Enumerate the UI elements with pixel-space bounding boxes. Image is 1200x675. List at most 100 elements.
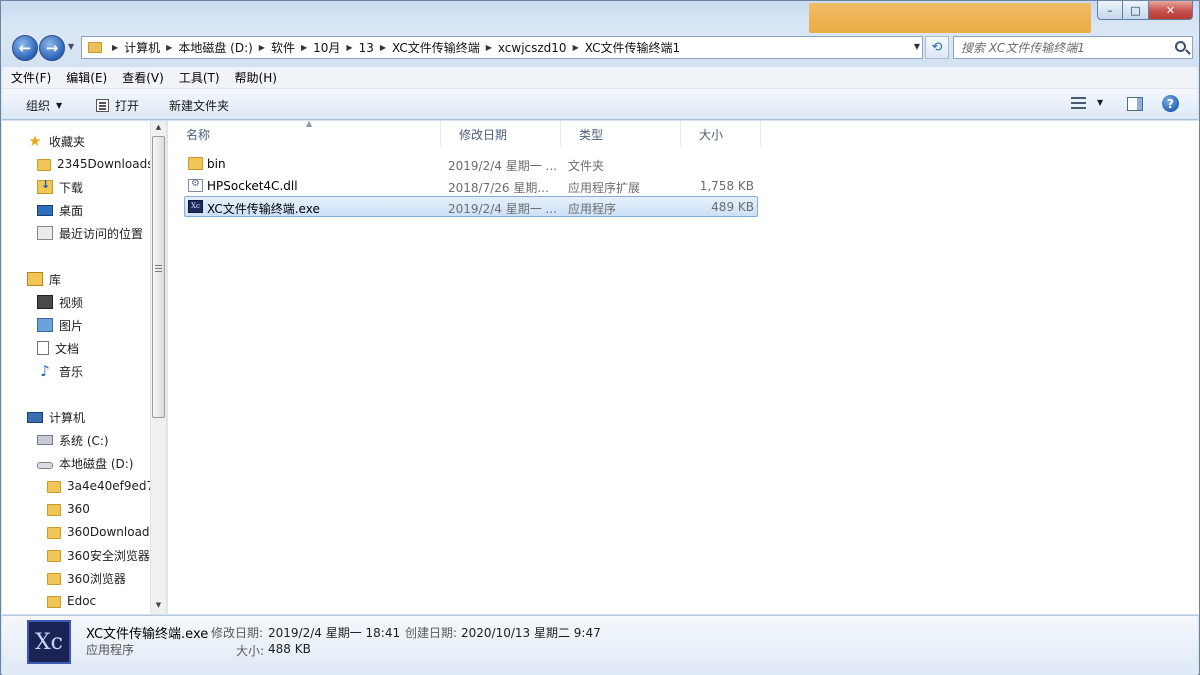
sidebar-item-label: 本地磁盘 (D:) [59, 456, 134, 471]
sidebar-item-libraries[interactable]: 库 [27, 268, 61, 290]
music-icon: ♪ [40, 362, 50, 380]
open-label: 打开 [115, 98, 140, 113]
file-date: 2019/2/4 星期一 ... [448, 159, 557, 173]
column-label: 类型 [579, 127, 604, 142]
picture-icon [37, 318, 53, 332]
breadcrumb-item[interactable]: 软件 [271, 39, 295, 56]
column-header-name[interactable]: 名称 ▲ [168, 119, 441, 147]
file-date: 2019/2/4 星期一 ... [448, 202, 557, 216]
sidebar-item-folder[interactable]: 360浏览器 [47, 567, 126, 589]
sidebar-item-music[interactable]: ♪ 音乐 [37, 360, 83, 382]
search-box[interactable] [953, 36, 1193, 59]
folder-icon [47, 503, 61, 516]
sidebar-item-label: 下载 [59, 180, 84, 195]
folder-icon [47, 480, 61, 493]
library-icon [27, 272, 43, 286]
chevron-right-icon[interactable]: ▶ [259, 43, 265, 52]
sidebar-item-folder[interactable]: 360安全浏览器 [47, 544, 150, 566]
chevron-right-icon[interactable]: ▶ [112, 43, 118, 52]
sidebar-item-recent-places[interactable]: 最近访问的位置 [37, 222, 143, 244]
open-icon [96, 98, 109, 112]
sidebar-item-label: 计算机 [49, 410, 86, 425]
sidebar-item-drive-d[interactable]: 本地磁盘 (D:) [37, 452, 133, 474]
help-icon[interactable]: ? [1162, 95, 1179, 112]
file-size: 1,758 KB [699, 179, 754, 193]
maximize-button[interactable]: □ [1123, 1, 1149, 20]
menu-tools[interactable]: 工具(T) [178, 69, 221, 86]
minimize-button[interactable]: – [1097, 1, 1123, 20]
scrollbar-grip-icon [155, 265, 162, 273]
breadcrumb-item[interactable]: XC文件传输终端1 [585, 39, 680, 56]
folder-icon [188, 157, 203, 170]
breadcrumb: ▶ 计算机 ▶ 本地磁盘 (D:) ▶ 软件 ▶ 10月 ▶ 13 ▶ XC文件… [106, 39, 680, 56]
chevron-right-icon[interactable]: ▶ [486, 43, 492, 52]
downloads-icon [37, 178, 53, 194]
video-icon [37, 295, 53, 309]
file-row-selected[interactable]: Xc XC文件传输终端.exe 2019/2/4 星期一 ... 应用程序 48… [184, 196, 758, 217]
exe-large-icon: Xc [27, 620, 71, 664]
search-icon[interactable] [1175, 41, 1186, 52]
details-size-label: 大小: [236, 644, 265, 658]
chevron-right-icon[interactable]: ▶ [166, 43, 172, 52]
sidebar-item-label: 360浏览器 [67, 571, 126, 586]
sidebar-item-folder[interactable]: 360 [47, 498, 90, 520]
sidebar-item-label: 最近访问的位置 [59, 226, 144, 241]
sidebar-item-desktop[interactable]: 桌面 [37, 199, 83, 221]
menu-help[interactable]: 帮助(H) [234, 69, 278, 86]
navigation-pane: ★ 收藏夹 2345Downloads 下载 桌面 最近访问的位置 库 视频 [2, 121, 166, 614]
forward-button[interactable]: → [39, 35, 65, 61]
sidebar-item-pictures[interactable]: 图片 [37, 314, 83, 336]
organize-button[interactable]: 组织 ▼ [26, 93, 62, 117]
sidebar-item-downloads[interactable]: 下载 [37, 176, 83, 198]
sidebar-item-2345downloads[interactable]: 2345Downloads [37, 153, 153, 175]
breadcrumb-item[interactable]: XC文件传输终端 [392, 39, 480, 56]
file-name: XC文件传输终端.exe [207, 202, 320, 216]
open-button[interactable]: 打开 [96, 93, 139, 117]
close-button[interactable]: ✕ [1149, 1, 1193, 20]
sidebar-item-folder[interactable]: 3a4e40ef9ed7 [47, 475, 154, 497]
sidebar-item-videos[interactable]: 视频 [37, 291, 83, 313]
address-dropdown-icon[interactable]: ▼ [914, 42, 920, 51]
new-folder-button[interactable]: 新建文件夹 [169, 93, 229, 117]
file-row[interactable]: bin 2019/2/4 星期一 ... 文件夹 [184, 153, 758, 174]
preview-pane-icon[interactable] [1127, 97, 1143, 111]
sidebar-item-documents[interactable]: 文档 [37, 337, 79, 359]
back-button[interactable]: ← [12, 35, 38, 61]
chevron-right-icon[interactable]: ▶ [346, 43, 352, 52]
file-row[interactable]: HPSocket4C.dll 2018/7/26 星期... 应用程序扩展 1,… [184, 175, 758, 196]
chevron-down-icon: ▼ [56, 100, 63, 110]
sidebar-item-favorites[interactable]: ★ 收藏夹 [27, 130, 85, 152]
chevron-right-icon[interactable]: ▶ [380, 43, 386, 52]
menu-edit[interactable]: 编辑(E) [65, 69, 108, 86]
breadcrumb-item[interactable]: 13 [359, 41, 374, 55]
sidebar-item-folder[interactable]: 360Downloads [47, 521, 156, 543]
breadcrumb-item[interactable]: 10月 [313, 39, 340, 56]
menu-file[interactable]: 文件(F) [10, 69, 52, 86]
recent-pages-dropdown-icon[interactable]: ▼ [68, 42, 74, 51]
breadcrumb-item[interactable]: 计算机 [124, 39, 160, 56]
column-header-type[interactable]: 类型 [561, 121, 681, 147]
file-type: 应用程序扩展 [568, 181, 641, 195]
details-file-type: 应用程序 [86, 643, 135, 657]
sidebar-item-computer[interactable]: 计算机 [27, 406, 85, 428]
chevron-right-icon[interactable]: ▶ [573, 43, 579, 52]
sidebar-item-label: 桌面 [59, 203, 84, 218]
view-options-dropdown-icon[interactable]: ▼ [1097, 98, 1103, 107]
scroll-down-icon[interactable]: ▼ [152, 601, 165, 613]
change-view-icon[interactable] [1071, 97, 1086, 109]
chevron-right-icon[interactable]: ▶ [301, 43, 307, 52]
breadcrumb-item[interactable]: xcwjcszd10 [498, 41, 567, 55]
column-header-date[interactable]: 修改日期 [441, 121, 561, 147]
search-input[interactable] [961, 40, 1161, 55]
star-icon: ★ [28, 132, 42, 150]
column-header-size[interactable]: 大小 [681, 121, 761, 147]
breadcrumb-item[interactable]: 本地磁盘 (D:) [178, 39, 252, 56]
menu-view[interactable]: 查看(V) [121, 69, 165, 86]
sidebar-item-label: 收藏夹 [49, 134, 86, 149]
address-bar[interactable]: ▶ 计算机 ▶ 本地磁盘 (D:) ▶ 软件 ▶ 10月 ▶ 13 ▶ XC文件… [81, 36, 923, 59]
sidebar-item-drive-c[interactable]: 系统 (C:) [37, 429, 109, 451]
scrollbar-thumb[interactable] [152, 136, 165, 418]
refresh-button[interactable]: ⟲ [925, 36, 949, 59]
sidebar-item-folder[interactable]: Edoc [47, 590, 96, 612]
scroll-up-icon[interactable]: ▲ [152, 123, 165, 135]
